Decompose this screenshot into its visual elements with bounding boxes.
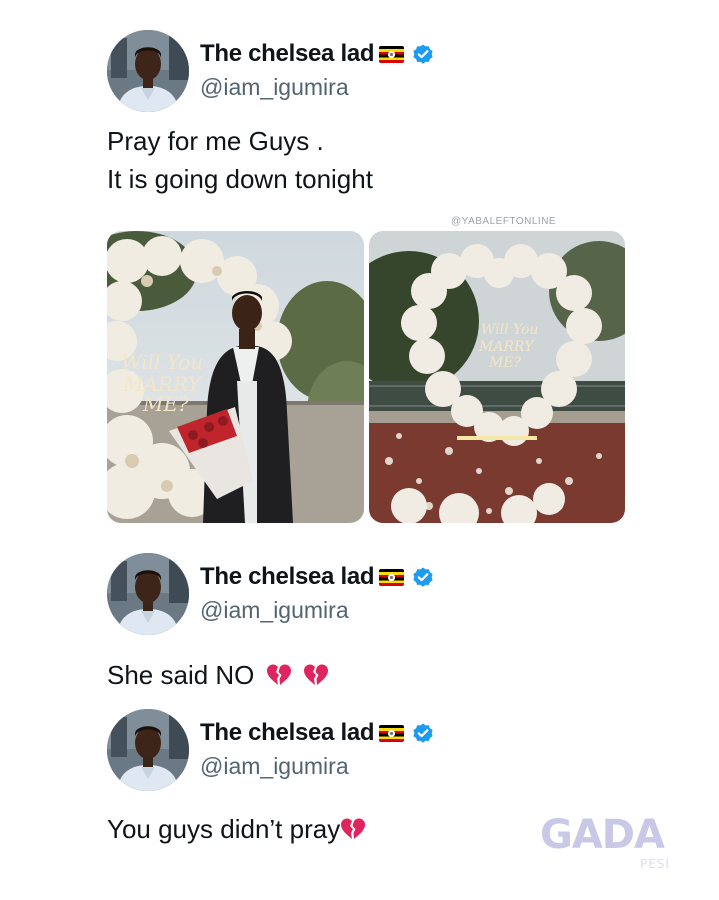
sign-line: Will You xyxy=(481,322,539,338)
tweet-photo-left[interactable]: Will You MARRY ME? xyxy=(107,231,364,523)
broken-heart-icon xyxy=(340,813,366,837)
sign-line: ME? xyxy=(142,392,189,416)
display-name[interactable]: The chelsea lad xyxy=(200,40,375,68)
tweet-header-3: The chelsea lad @iam_igumira xyxy=(107,709,667,793)
tweet-header-2: The chelsea lad @iam_igumira xyxy=(107,553,667,637)
display-name[interactable]: The chelsea lad xyxy=(200,563,375,591)
avatar[interactable] xyxy=(107,709,189,791)
tweet-line: You guys didn’t pray xyxy=(107,814,341,844)
uganda-flag-icon xyxy=(379,46,404,63)
user-handle[interactable]: @iam_igumira xyxy=(200,753,349,780)
display-name-row: The chelsea lad xyxy=(200,40,435,68)
photo-credit: @YABALEFTONLINE xyxy=(451,216,557,227)
sign-line: MARRY xyxy=(478,339,535,355)
display-name[interactable]: The chelsea lad xyxy=(200,719,375,747)
tweet-line: She said NO xyxy=(107,660,255,690)
verified-badge-icon xyxy=(411,565,435,589)
tweet-header-1: The chelsea lad @iam_igumira xyxy=(107,30,667,114)
logo-subtext: PESI xyxy=(640,857,670,870)
broken-heart-icon xyxy=(266,659,292,683)
display-name-row: The chelsea lad xyxy=(200,563,435,591)
avatar[interactable] xyxy=(107,30,189,112)
tweet-line: Pray for me Guys . xyxy=(107,126,324,156)
logo-text: GADA xyxy=(540,812,665,858)
uganda-flag-icon xyxy=(379,569,404,586)
user-handle[interactable]: @iam_igumira xyxy=(200,597,349,624)
tweet-photo-right[interactable]: Will You MARRY ME? xyxy=(369,231,625,523)
verified-badge-icon xyxy=(411,721,435,745)
sign-line: Will You xyxy=(121,350,203,374)
broken-heart-icon xyxy=(303,659,329,683)
user-handle[interactable]: @iam_igumira xyxy=(200,74,349,101)
sign-line: ME? xyxy=(488,355,522,371)
tweet-text-3: You guys didn’t pray xyxy=(107,810,366,848)
avatar[interactable] xyxy=(107,553,189,635)
tweet-text-1: Pray for me Guys . It is going down toni… xyxy=(107,122,373,198)
tweet-text-2: She said NO xyxy=(107,656,329,694)
display-name-row: The chelsea lad xyxy=(200,719,435,747)
tweet-line: It is going down tonight xyxy=(107,164,373,194)
brand-logo: GADA PESI xyxy=(540,808,690,871)
uganda-flag-icon xyxy=(379,725,404,742)
verified-badge-icon xyxy=(411,42,435,66)
